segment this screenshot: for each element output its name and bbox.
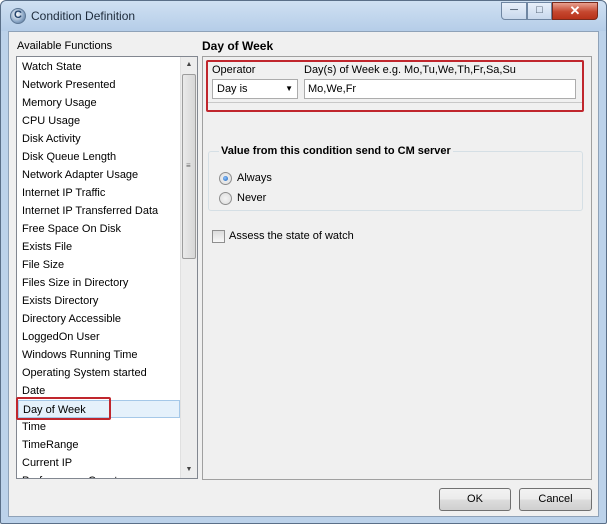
radio-unchecked-icon <box>219 191 232 205</box>
minimize-button[interactable]: ─ <box>501 2 527 20</box>
list-item[interactable]: Current IP <box>18 454 180 472</box>
list-item[interactable]: Exists Directory <box>18 292 180 310</box>
section-title: Day of Week <box>202 39 274 53</box>
scroll-down-icon[interactable]: ▼ <box>181 462 197 478</box>
scroll-grip-icon: ≡ <box>186 161 191 170</box>
scroll-up-icon[interactable]: ▲ <box>181 57 197 73</box>
close-button[interactable]: ✕ <box>552 2 598 20</box>
radio-always-label: Always <box>237 172 272 184</box>
list-item[interactable]: Files Size in Directory <box>18 274 180 292</box>
available-functions-label: Available Functions <box>17 40 113 52</box>
list-item[interactable]: Watch State <box>18 58 180 76</box>
list-item[interactable]: LoggedOn User <box>18 328 180 346</box>
scroll-thumb[interactable]: ≡ <box>182 74 196 259</box>
list-item[interactable]: Performance Counter <box>18 472 180 478</box>
list-item[interactable]: Free Space On Disk <box>18 220 180 238</box>
list-item[interactable]: Directory Accessible <box>18 310 180 328</box>
list-item[interactable]: Time <box>18 418 180 436</box>
checkbox-icon <box>212 229 225 243</box>
radio-never[interactable]: Never <box>219 191 266 207</box>
radio-always[interactable]: Always <box>219 171 272 187</box>
radio-never-label: Never <box>237 192 267 204</box>
assess-state-checkbox[interactable]: Assess the state of watch <box>212 229 354 245</box>
list-item[interactable]: Windows Running Time <box>18 346 180 364</box>
day-of-week-highlight-frame <box>16 397 111 420</box>
maximize-button[interactable]: □ <box>527 2 552 20</box>
list-item[interactable]: Network Adapter Usage <box>18 166 180 184</box>
list-item[interactable]: Disk Queue Length <box>18 148 180 166</box>
title-bar[interactable]: Condition Definition ─ □ ✕ <box>1 1 606 31</box>
minimize-icon: ─ <box>510 4 518 16</box>
list-item[interactable]: Memory Usage <box>18 94 180 112</box>
list-item[interactable]: CPU Usage <box>18 112 180 130</box>
cancel-button[interactable]: Cancel <box>519 488 592 511</box>
assess-state-label: Assess the state of watch <box>229 230 354 242</box>
list-item[interactable]: Internet IP Transferred Data <box>18 202 180 220</box>
list-item[interactable]: Network Presented <box>18 76 180 94</box>
radio-checked-icon <box>219 171 232 185</box>
list-item[interactable]: TimeRange <box>18 436 180 454</box>
operator-highlight-frame <box>206 60 584 112</box>
list-item[interactable]: Disk Activity <box>18 130 180 148</box>
window-title: Condition Definition <box>31 9 136 23</box>
list-scrollbar[interactable]: ▲ ≡ ▼ <box>180 57 197 478</box>
maximize-icon: □ <box>536 4 543 16</box>
close-icon: ✕ <box>569 3 581 18</box>
list-item[interactable]: File Size <box>18 256 180 274</box>
list-item[interactable]: Operating System started <box>18 364 180 382</box>
send-value-group-title: Value from this condition send to CM ser… <box>219 145 453 157</box>
condition-definition-window: Condition Definition ─ □ ✕ Available Fun… <box>0 0 607 524</box>
condition-settings-panel: Operator Day(s) of Week e.g. Mo,Tu,We,Th… <box>202 56 592 480</box>
ok-button[interactable]: OK <box>439 488 511 511</box>
list-item[interactable]: Exists File <box>18 238 180 256</box>
app-icon <box>10 8 26 24</box>
list-item[interactable]: Internet IP Traffic <box>18 184 180 202</box>
